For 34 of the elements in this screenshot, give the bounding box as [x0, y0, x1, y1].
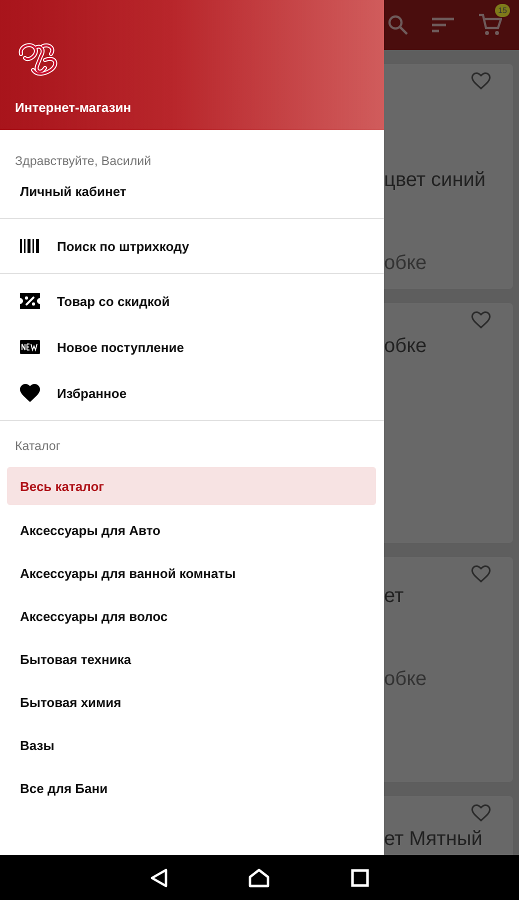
menu-item[interactable]: Поиск по штрихкоду: [0, 223, 384, 269]
home-icon[interactable]: [248, 868, 270, 888]
catalog-item[interactable]: Вазы: [0, 724, 384, 767]
product-text: цвет синий: [384, 169, 487, 192]
sort-icon[interactable]: [432, 17, 454, 33]
heart-icon: [20, 384, 40, 402]
search-icon[interactable]: [388, 15, 408, 35]
catalog-item[interactable]: Весь каталог: [7, 467, 376, 505]
catalog-item[interactable]: Бытовая техника: [0, 638, 384, 681]
heart-outline-icon[interactable]: [471, 804, 491, 822]
heart-outline-icon[interactable]: [471, 311, 491, 329]
catalog-item[interactable]: Аксессуары для Авто: [0, 509, 384, 552]
cart-count-badge: 15: [495, 4, 510, 17]
heart-outline-icon[interactable]: [471, 72, 491, 90]
catalog-item[interactable]: Все для Бани: [0, 767, 384, 810]
barcode-icon: [20, 239, 40, 253]
discount-icon: [20, 293, 40, 309]
new-badge-icon: [20, 340, 40, 354]
product-text: ет Мятный: [384, 828, 484, 851]
menu-item[interactable]: Избранное: [0, 370, 384, 416]
store-subtitle: Интернет-магазин: [15, 100, 132, 115]
product-text: ет: [384, 585, 405, 608]
cart-icon[interactable]: [478, 13, 502, 37]
menu-item[interactable]: Новое поступление: [0, 324, 384, 370]
catalog-item[interactable]: Бытовая химия: [0, 681, 384, 724]
heart-outline-icon[interactable]: [471, 565, 491, 583]
menu-item[interactable]: Товар со скидкой: [0, 278, 384, 324]
section-title: Каталог: [14, 438, 62, 455]
product-text: обке: [384, 335, 428, 358]
menu-item[interactable]: Личный кабинет: [0, 168, 384, 214]
catalog-item[interactable]: Аксессуары для ванной комнаты: [0, 552, 384, 595]
catalog-item[interactable]: Аксессуары для волос: [0, 595, 384, 638]
recents-icon[interactable]: [350, 868, 369, 886]
back-icon[interactable]: [150, 868, 168, 888]
